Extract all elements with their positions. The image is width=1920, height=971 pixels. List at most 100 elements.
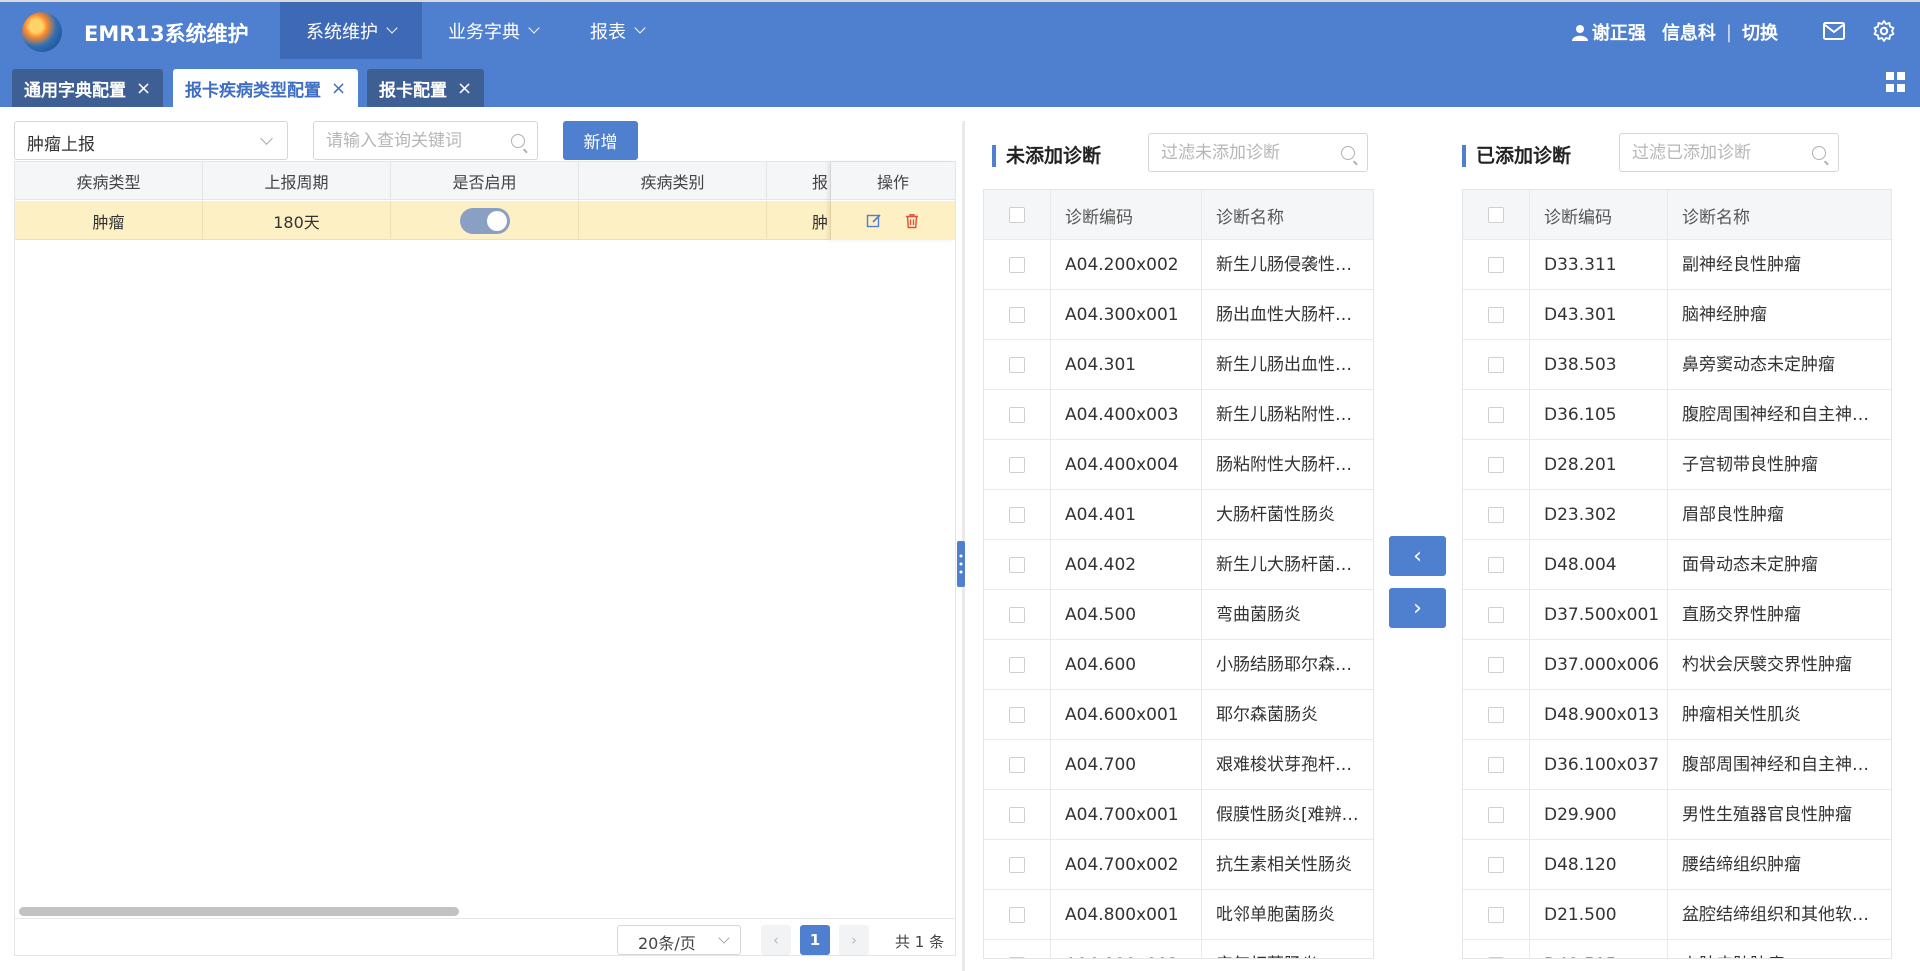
nav-system-maintenance[interactable]: 系统维护 (280, 2, 422, 59)
row-checkbox[interactable] (1488, 907, 1504, 923)
page-number-current[interactable]: 1 (800, 925, 830, 955)
row-checkbox[interactable] (1488, 507, 1504, 523)
row-checkbox[interactable] (1009, 407, 1025, 423)
table-row[interactable]: D48.515上肢皮肤肿瘤 (1463, 940, 1891, 958)
table-row[interactable]: A04.200x002 新生儿肠侵袭性大肠杆菌感染 (984, 240, 1373, 290)
table-row[interactable]: D28.201 子宫韧带良性肿瘤 (1463, 440, 1891, 490)
edit-icon[interactable] (866, 213, 882, 229)
splitter-handle[interactable] (957, 541, 965, 587)
gear-icon[interactable] (1872, 19, 1896, 43)
table-row[interactable]: D43.301 脑神经肿瘤 (1463, 290, 1891, 340)
table-row[interactable]: D38.503 鼻旁窦动态未定肿瘤 (1463, 340, 1891, 390)
row-checkbox[interactable] (1488, 357, 1504, 373)
table-row[interactable]: 肿瘤 180天 肿 (15, 201, 955, 240)
page-size-select[interactable]: 20条/页 (617, 925, 741, 955)
table-row[interactable]: A04.402 新生儿大肠杆菌性肠炎 (984, 540, 1373, 590)
row-checkbox[interactable] (1488, 857, 1504, 873)
table-row[interactable]: A04.500 弯曲菌肠炎 (984, 590, 1373, 640)
table-row[interactable]: D21.500 盆腔结缔组织和其他软组织良性肿瘤 (1463, 890, 1891, 940)
unadded-filter[interactable] (1148, 133, 1368, 172)
table-row[interactable]: D48.900x013 肿瘤相关性肌炎 (1463, 690, 1891, 740)
table-row[interactable]: A04.700x001 假膜性肠炎[难辨梭菌性] (984, 790, 1373, 840)
row-select-cell (1463, 790, 1530, 840)
nav-reports[interactable]: 报表 (564, 2, 670, 59)
row-checkbox[interactable] (1488, 607, 1504, 623)
select-all-checkbox[interactable] (1488, 207, 1504, 223)
table-row[interactable]: A04.300x001 肠出血性大肠杆菌感染 (984, 290, 1373, 340)
cell-code: A04.600 (1051, 640, 1202, 690)
row-checkbox[interactable] (1488, 307, 1504, 323)
table-row[interactable]: D37.500x001 直肠交界性肿瘤 (1463, 590, 1891, 640)
added-filter[interactable] (1619, 133, 1839, 172)
row-checkbox[interactable] (1488, 957, 1504, 958)
table-row[interactable]: D48.004 面骨动态未定肿瘤 (1463, 540, 1891, 590)
table-row[interactable]: D23.302 眉部良性肿瘤 (1463, 490, 1891, 540)
next-page-button[interactable]: › (839, 925, 869, 955)
table-row[interactable]: A04.400x004 肠粘附性大肠杆菌感染 (984, 440, 1373, 490)
row-checkbox[interactable] (1488, 257, 1504, 273)
row-checkbox[interactable] (1488, 457, 1504, 473)
row-checkbox[interactable] (1009, 857, 1025, 873)
row-checkbox[interactable] (1009, 357, 1025, 373)
table-row[interactable]: A04.700 艰难梭状芽孢杆菌性小肠结肠炎 (984, 740, 1373, 790)
table-row[interactable]: A04.301 新生儿肠出血性大肠杆菌感染 (984, 340, 1373, 390)
move-left-button[interactable]: ‹ (1389, 536, 1446, 576)
table-row[interactable]: D36.105 腹腔周围神经和自主神经良性肿瘤 (1463, 390, 1891, 440)
row-checkbox[interactable] (1009, 957, 1025, 958)
nav-business-dictionary[interactable]: 业务字典 (422, 2, 564, 59)
cell-name: 腹腔周围神经和自主神经良性肿瘤 (1682, 405, 1891, 425)
move-right-button[interactable]: › (1389, 588, 1446, 628)
table-row[interactable]: D36.100x037 腹部周围神经和自主神经良性肿瘤 (1463, 740, 1891, 790)
keyword-search-input[interactable] (314, 122, 537, 159)
delete-icon[interactable] (904, 213, 920, 229)
tab-report-card-config[interactable]: 报卡配置 × (367, 69, 485, 107)
row-checkbox[interactable] (1488, 807, 1504, 823)
table-row[interactable]: A04.401 大肠杆菌性肠炎 (984, 490, 1373, 540)
table-row[interactable]: D33.311 副神经良性肿瘤 (1463, 240, 1891, 290)
report-type-select[interactable]: 肿瘤上报 (14, 121, 288, 160)
table-row[interactable]: A04.800x001 吡邻单胞菌肠炎 (984, 890, 1373, 940)
table-row[interactable]: A04.800x003产气杆菌肠炎 (984, 940, 1373, 958)
table-row[interactable]: A04.700x002 抗生素相关性肠炎 (984, 840, 1373, 890)
row-checkbox[interactable] (1009, 307, 1025, 323)
user-name[interactable]: 谢正强 (1592, 19, 1646, 45)
close-icon[interactable]: × (136, 78, 151, 99)
table-row[interactable]: D37.000x006 杓状会厌襞交界性肿瘤 (1463, 640, 1891, 690)
table-row[interactable]: D29.900 男性生殖器官良性肿瘤 (1463, 790, 1891, 840)
select-all-checkbox[interactable] (1009, 207, 1025, 223)
added-filter-input[interactable] (1620, 134, 1838, 171)
row-checkbox[interactable] (1009, 457, 1025, 473)
row-checkbox[interactable] (1488, 557, 1504, 573)
close-icon[interactable]: × (331, 78, 346, 99)
enabled-toggle[interactable] (459, 207, 510, 234)
row-checkbox[interactable] (1009, 707, 1025, 723)
row-checkbox[interactable] (1488, 707, 1504, 723)
row-checkbox[interactable] (1009, 607, 1025, 623)
row-checkbox[interactable] (1009, 657, 1025, 673)
table-row[interactable]: A04.600x001 耶尔森菌肠炎 (984, 690, 1373, 740)
table-row[interactable]: D48.120 腰结缔组织肿瘤 (1463, 840, 1891, 890)
prev-page-button[interactable]: ‹ (761, 925, 791, 955)
mail-icon[interactable] (1822, 19, 1846, 43)
table-row[interactable]: A04.400x003 新生儿肠粘附性大肠杆菌感染 (984, 390, 1373, 440)
row-checkbox[interactable] (1009, 507, 1025, 523)
add-button[interactable]: 新增 (563, 121, 638, 160)
row-checkbox[interactable] (1009, 807, 1025, 823)
row-checkbox[interactable] (1009, 757, 1025, 773)
tab-disease-type-config[interactable]: 报卡疾病类型配置 × (173, 69, 359, 107)
row-checkbox[interactable] (1009, 907, 1025, 923)
row-checkbox[interactable] (1488, 657, 1504, 673)
row-checkbox[interactable] (1488, 407, 1504, 423)
horizontal-scrollbar[interactable] (19, 907, 459, 916)
app-grid-icon[interactable] (1886, 72, 1906, 92)
close-icon[interactable]: × (457, 78, 472, 99)
row-checkbox[interactable] (1009, 557, 1025, 573)
tab-bar: 通用字典配置 × 报卡疾病类型配置 × 报卡配置 × (0, 59, 1920, 107)
keyword-search[interactable] (313, 121, 538, 160)
row-checkbox[interactable] (1009, 257, 1025, 273)
tab-general-dictionary[interactable]: 通用字典配置 × (12, 69, 164, 107)
row-checkbox[interactable] (1488, 757, 1504, 773)
table-row[interactable]: A04.600 小肠结肠耶尔森菌肠炎 (984, 640, 1373, 690)
unadded-filter-input[interactable] (1149, 134, 1367, 171)
switch-button[interactable]: 切换 (1742, 19, 1778, 45)
